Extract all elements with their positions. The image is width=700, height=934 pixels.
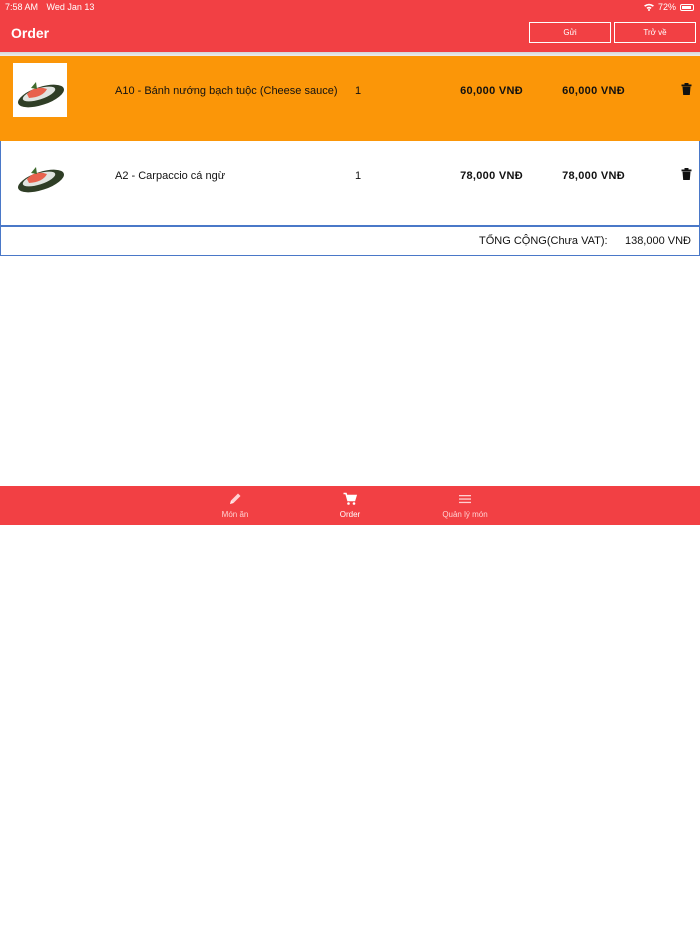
battery-icon xyxy=(680,3,694,11)
bottom-tab-bar: Món ăn Order Quản lý món xyxy=(0,486,700,525)
dish-image-icon xyxy=(18,167,64,193)
status-right: 72% xyxy=(643,2,694,12)
dish-thumbnail xyxy=(13,148,67,202)
tab-order[interactable]: Order xyxy=(305,486,395,525)
battery-percent: 72% xyxy=(657,2,676,12)
trash-icon[interactable] xyxy=(681,168,692,180)
status-left: 7:58 AM Wed Jan 13 xyxy=(5,2,100,12)
wifi-icon xyxy=(643,3,654,11)
status-time: 7:58 AM xyxy=(5,2,39,12)
dish-line-total: 78,000 VNĐ xyxy=(562,170,625,182)
dish-quantity[interactable]: 1 xyxy=(355,85,361,97)
summary-label: TỔNG CỘNG(Chưa VAT): xyxy=(479,235,608,247)
tab-label: Order xyxy=(339,510,361,519)
dish-unit-price: 78,000 VNĐ xyxy=(460,170,523,182)
order-row[interactable]: A2 - Carpaccio cá ngừ 1 78,000 VNĐ 78,00… xyxy=(0,141,700,226)
dish-unit-price: 60,000 VNĐ xyxy=(460,85,523,97)
order-summary: TỔNG CỘNG(Chưa VAT): 138,000 VNĐ xyxy=(0,226,700,256)
page-title: Order xyxy=(11,25,50,41)
status-bar: 7:58 AM Wed Jan 13 72% xyxy=(0,0,700,14)
status-date: Wed Jan 13 xyxy=(46,2,95,12)
tab-manage-dishes[interactable]: Quản lý món xyxy=(420,486,510,525)
order-list: A10 - Bánh nướng bạch tuộc (Cheese sauce… xyxy=(0,56,700,256)
dish-name: A2 - Carpaccio cá ngừ xyxy=(115,170,226,182)
send-button[interactable]: Gửi xyxy=(529,22,611,43)
dish-line-total: 60,000 VNĐ xyxy=(562,85,625,97)
order-row[interactable]: A10 - Bánh nướng bạch tuộc (Cheese sauce… xyxy=(0,56,700,141)
cart-icon xyxy=(343,492,357,505)
menu-icon xyxy=(459,495,471,504)
dish-thumbnail xyxy=(13,63,67,117)
tab-dishes[interactable]: Món ăn xyxy=(190,486,280,525)
pencil-icon xyxy=(230,493,241,504)
tab-label: Món ăn xyxy=(221,510,249,519)
summary-total: 138,000 VNĐ xyxy=(624,235,691,247)
back-button[interactable]: Trở về xyxy=(614,22,696,43)
dish-name: A10 - Bánh nướng bạch tuộc (Cheese sauce… xyxy=(115,85,338,97)
header-bar: Order Gửi Trở về xyxy=(0,14,700,52)
dish-quantity[interactable]: 1 xyxy=(355,170,361,182)
tab-label: Quản lý món xyxy=(442,510,488,519)
trash-icon[interactable] xyxy=(681,83,692,95)
dish-image-icon xyxy=(18,82,64,108)
